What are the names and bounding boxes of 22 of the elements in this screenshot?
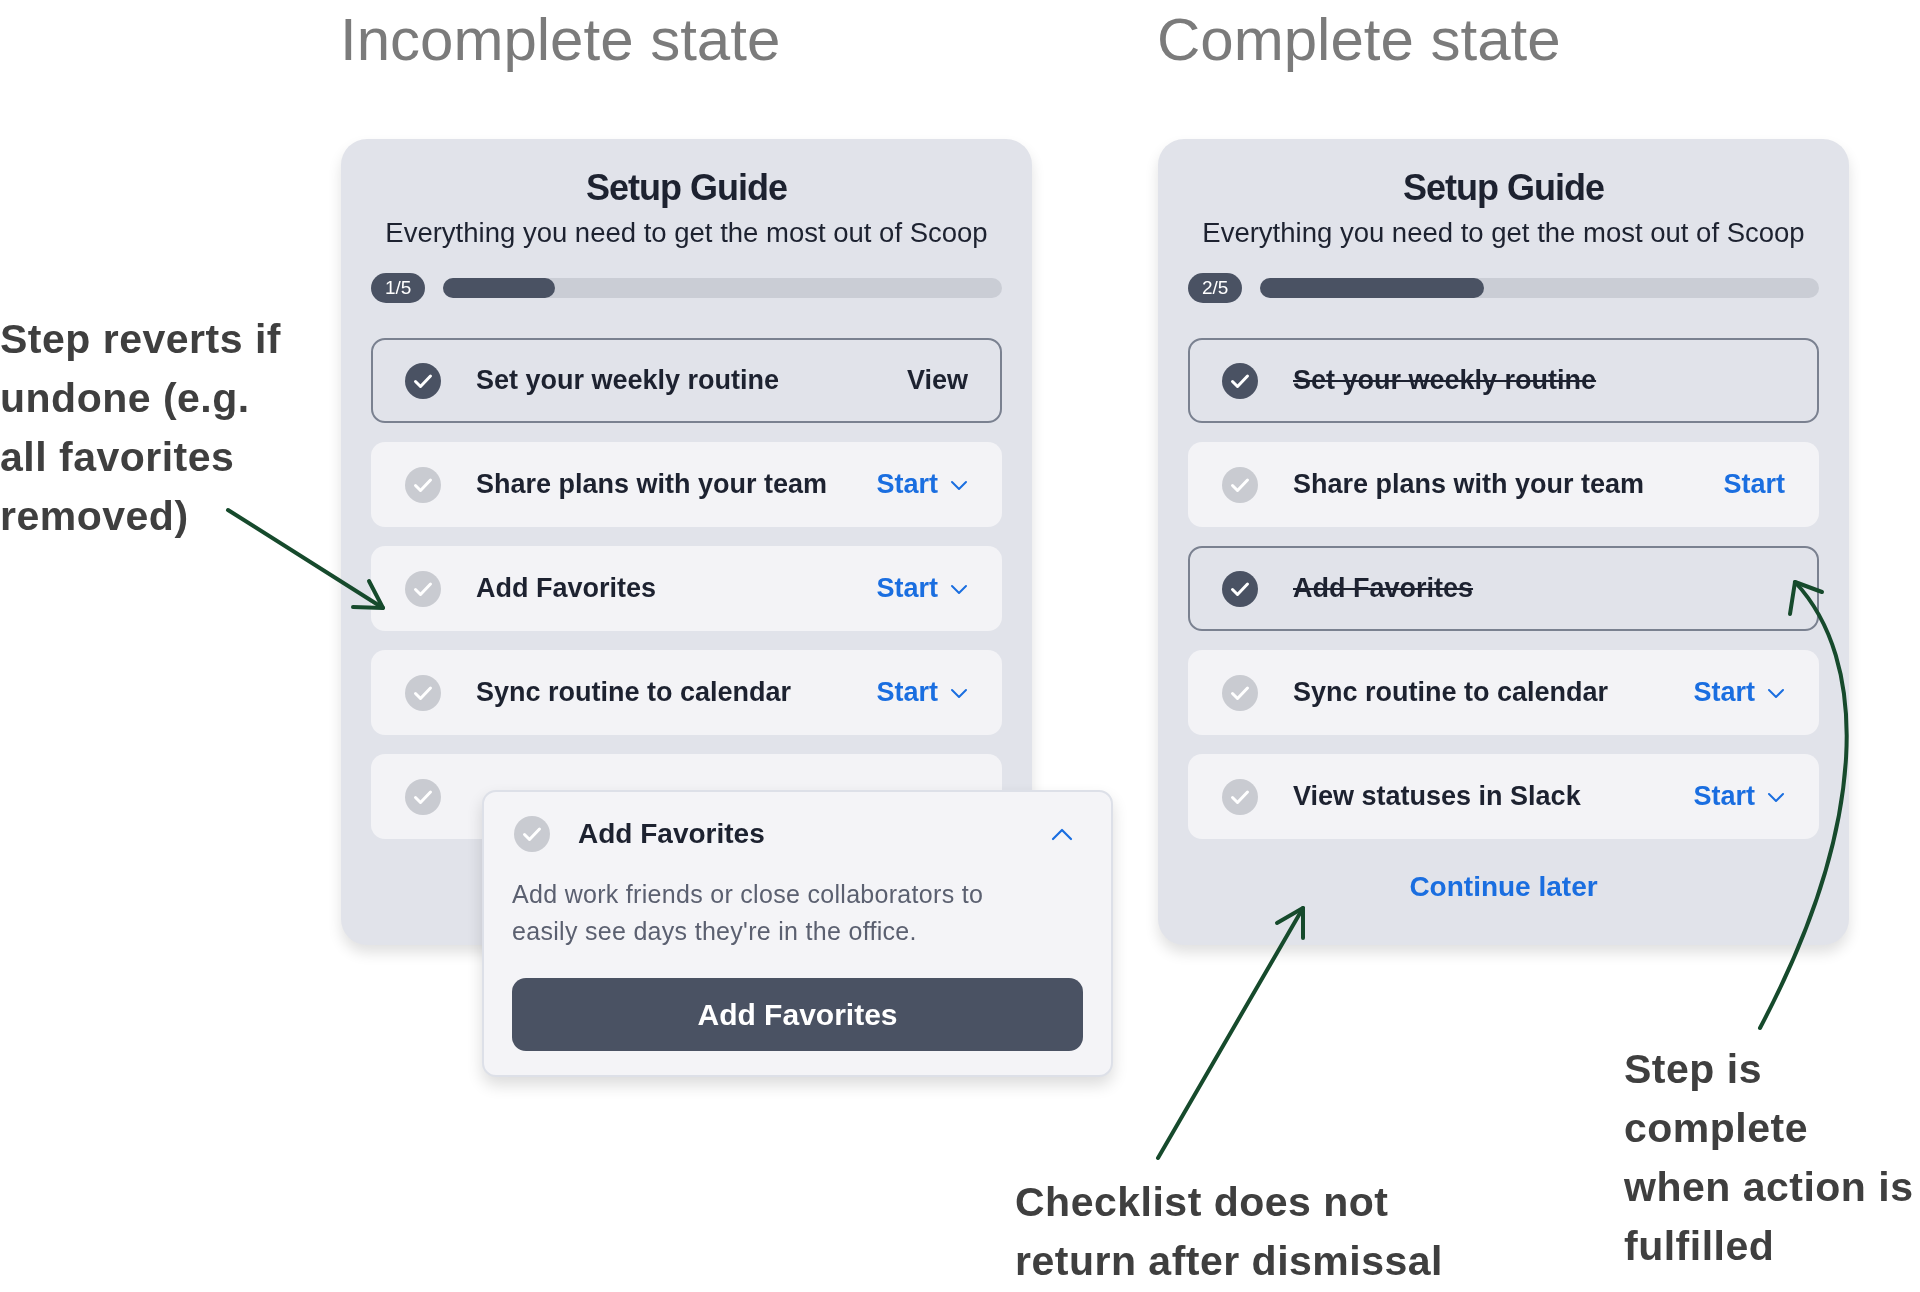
step-label: Set your weekly routine — [1293, 365, 1598, 396]
step-label: Add Favorites — [476, 573, 658, 604]
panel-heading: Complete state — [1157, 8, 1561, 72]
guide-subtitle: Everything you need to get the most out of Scoop — [384, 217, 989, 249]
step-label: Sync routine to calendar — [1293, 677, 1610, 708]
progress-count: 1/5 — [371, 273, 426, 303]
guide-title: Setup Guide — [1402, 166, 1605, 210]
step-label: Share plans with your team — [476, 469, 829, 500]
popover-description: Add work friends or close collaborators to easily see days they're in the office. — [512, 879, 985, 947]
panel-heading: Incomplete state — [340, 8, 781, 72]
annotation-text: Step reverts if undone (e.g. all favorites removed) — [0, 315, 281, 541]
step-label: View statuses in Slack — [1293, 781, 1582, 812]
step-label: Set your weekly routine — [476, 365, 781, 396]
popover-title: Add Favorites — [578, 818, 766, 850]
step-label: Sync routine to calendar — [476, 677, 793, 708]
step-label: Share plans with your team — [1293, 469, 1646, 500]
annotation-text: Checklist does not return after dismissal — [1015, 1178, 1443, 1286]
annotation-text: Step is complete when action is fulfilled — [1624, 1045, 1914, 1271]
step-label: Add Favorites — [1293, 573, 1475, 604]
progress-count: 2/5 — [1188, 273, 1243, 303]
guide-title: Setup Guide — [585, 166, 788, 210]
guide-subtitle: Everything you need to get the most out of Scoop — [1201, 217, 1806, 249]
